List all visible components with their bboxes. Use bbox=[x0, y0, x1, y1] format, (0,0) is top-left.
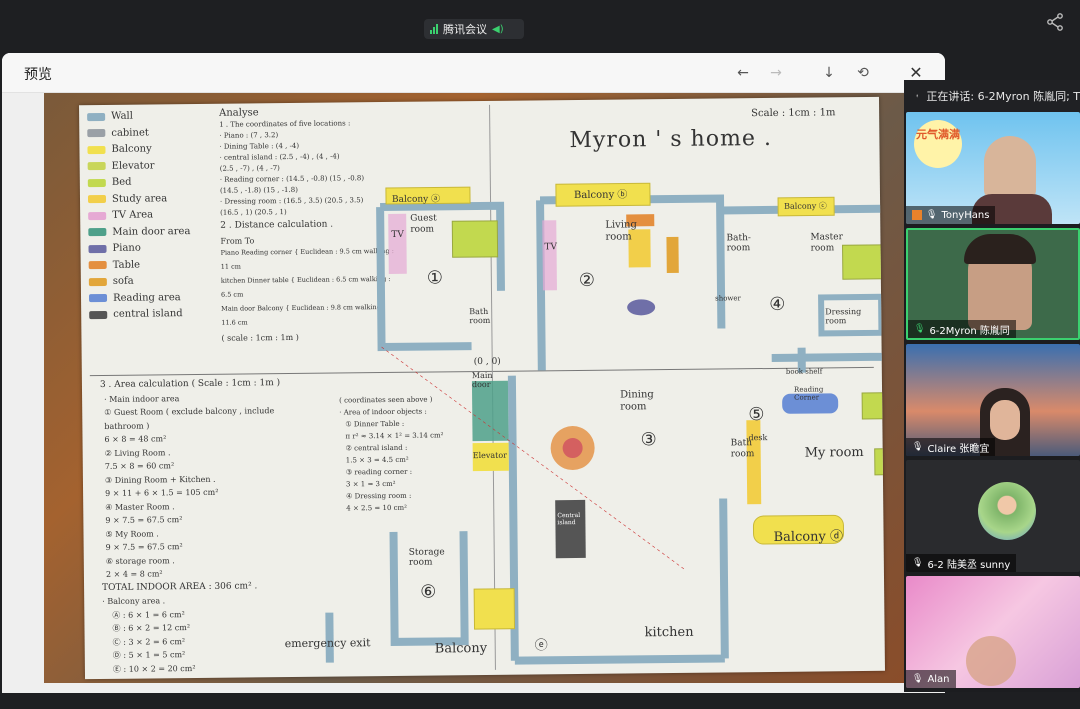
speaking-bar: 正在讲话: 6-2Myron 陈胤同; T bbox=[904, 80, 1080, 112]
participant-name: 6-2Myron 陈胤同 bbox=[929, 325, 1010, 337]
previous-image-button[interactable]: ← bbox=[733, 63, 753, 83]
participant-tile-alan[interactable]: 🎙 Alan bbox=[906, 576, 1080, 688]
desk-label: desk bbox=[748, 433, 768, 443]
elevator-label: Elevator bbox=[472, 450, 508, 461]
speaking-text: 正在讲话: 6-2Myron 陈胤同; T bbox=[926, 90, 1080, 103]
guest-room-label: Guest room bbox=[410, 213, 437, 235]
my-room-label: My room bbox=[804, 445, 864, 461]
room-number-2: ② bbox=[578, 269, 596, 291]
participant-name-bar: 🎙 Alan bbox=[906, 670, 956, 688]
mic-muted-icon: 🎙 bbox=[912, 674, 924, 684]
next-image-button[interactable]: → bbox=[766, 63, 786, 83]
share-icon[interactable] bbox=[1046, 12, 1064, 32]
room-number-4: ④ bbox=[769, 293, 786, 315]
storage-room-label: Storage room bbox=[408, 547, 445, 568]
mic-muted-icon: 🎙 bbox=[926, 210, 938, 220]
balcony-e-label: Balcony bbox=[434, 640, 488, 657]
dining-room-label: Dining room bbox=[620, 389, 654, 413]
meeting-app-name: 腾讯会议 bbox=[443, 23, 487, 36]
tv-label-1: TV bbox=[391, 229, 404, 240]
participant-name-bar: 🎙 TonyHans bbox=[906, 206, 996, 224]
balcony-c-label: Balcony ⓒ bbox=[784, 201, 827, 211]
shower-label: shower bbox=[715, 294, 741, 303]
room-number-5: ⑤ bbox=[748, 404, 765, 426]
participant-video-face bbox=[984, 136, 1036, 200]
mic-muted-icon: 🎙 bbox=[912, 558, 924, 568]
tv-label-2: TV bbox=[544, 242, 558, 253]
bathroom-1-label: Bath room bbox=[469, 306, 491, 326]
book-shelf-label: book shelf bbox=[785, 367, 823, 376]
participant-name: 6-2 陆美丞 sunny bbox=[927, 559, 1011, 571]
rotate-button[interactable]: ⟲ bbox=[853, 63, 873, 83]
balcony-e-mark: ⓔ bbox=[534, 638, 548, 654]
balcony-d-label: Balcony ⓓ bbox=[773, 529, 844, 545]
participant-tile-sunny[interactable]: 🎙 6-2 陆美丞 sunny bbox=[906, 460, 1080, 572]
bathroom-2-label: Bath-room bbox=[726, 233, 751, 254]
participant-avatar bbox=[978, 482, 1036, 540]
participant-video-face bbox=[990, 400, 1020, 440]
participant-tile-claire[interactable]: 🎙 Claire 张瞻宜 bbox=[906, 344, 1080, 456]
participant-name: Alan bbox=[927, 673, 950, 685]
sticker-badge: 元气满满 bbox=[914, 120, 962, 168]
download-button[interactable]: ↓ bbox=[819, 63, 839, 83]
room-number-3: ③ bbox=[640, 429, 657, 451]
mic-icon bbox=[916, 94, 919, 98]
floor-plan-photo: Wall cabinet Balcony Elevator Bed Study area T… bbox=[44, 93, 904, 683]
participant-name-bar: 🎙 6-2Myron 陈胤同 bbox=[908, 320, 1016, 338]
balcony-a-label: Balcony ⓐ bbox=[391, 194, 441, 205]
bathroom-3-label: Bath room bbox=[730, 438, 755, 460]
mic-on-icon: 🎙 bbox=[914, 324, 926, 334]
meeting-top-bar: 腾讯会议 ◀) bbox=[0, 0, 1080, 52]
participant-tile-myron[interactable]: 🎙 6-2Myron 陈胤同 bbox=[906, 228, 1080, 340]
participant-tile-tonyhans[interactable]: 元气满满 🎙 TonyHans bbox=[906, 112, 1080, 224]
room-number-1: ① bbox=[426, 267, 444, 289]
master-room-label: Master room bbox=[810, 232, 843, 254]
host-icon bbox=[912, 210, 922, 220]
image-preview-window: 预览 ← → ↓ ⟲ ✕ Wall cabinet Balcony Elevator B… bbox=[2, 53, 945, 693]
participant-name-bar: 🎙 6-2 陆美丞 sunny bbox=[906, 554, 1017, 572]
main-door-label: Main door bbox=[471, 370, 493, 390]
reading-corner-label: Reading Corner bbox=[793, 385, 824, 402]
participant-name-bar: 🎙 Claire 张瞻宜 bbox=[906, 438, 996, 456]
emergency-exit-label: emergency exit bbox=[284, 636, 371, 651]
mic-muted-icon: 🎙 bbox=[912, 442, 924, 452]
floor-plan-paper: Wall cabinet Balcony Elevator Bed Study area T… bbox=[79, 96, 885, 680]
room-number-6: ⑥ bbox=[420, 581, 437, 603]
dressing-room-label: Dressing room bbox=[825, 307, 862, 326]
speaker-icon: ◀) bbox=[492, 23, 504, 35]
kitchen-label: kitchen bbox=[644, 624, 694, 641]
preview-title: 预览 bbox=[24, 67, 52, 83]
participant-video-face bbox=[966, 636, 1016, 686]
preview-canvas: Wall cabinet Balcony Elevator Bed Study area T… bbox=[2, 93, 945, 693]
participant-name: Claire 张瞻宜 bbox=[927, 443, 990, 455]
participant-video-hair bbox=[964, 234, 1036, 264]
central-island-label: Central island bbox=[557, 511, 581, 527]
balcony-b-label: Balcony ⓑ bbox=[573, 189, 628, 202]
meeting-status-pill[interactable]: 腾讯会议 ◀) bbox=[424, 19, 524, 39]
living-room-label: Living room bbox=[605, 219, 637, 243]
participant-name: TonyHans bbox=[941, 209, 990, 221]
preview-toolbar: 预览 ← → ↓ ⟲ ✕ bbox=[2, 53, 945, 93]
signal-strength-icon bbox=[430, 24, 438, 34]
participants-panel: 元气满满 🎙 TonyHans 🎙 6-2Myron 陈胤同 🎙 Claire … bbox=[904, 112, 1080, 692]
